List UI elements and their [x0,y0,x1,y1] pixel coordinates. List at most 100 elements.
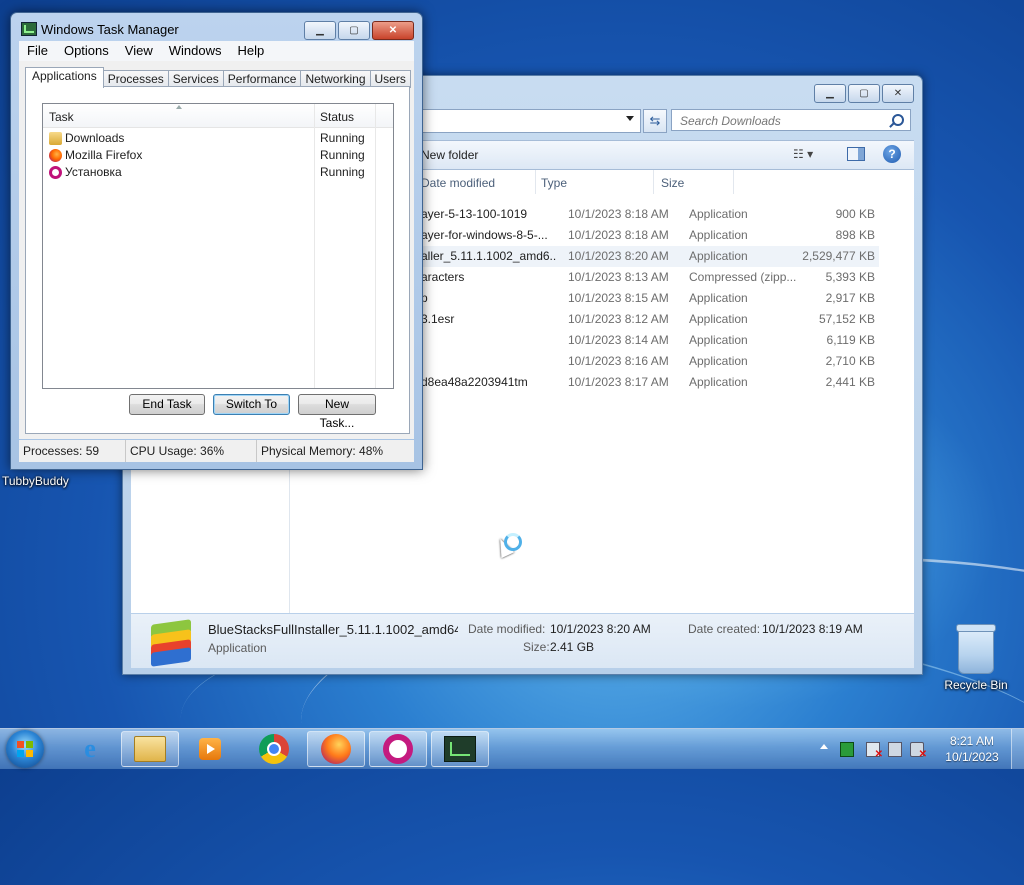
task-manager-client: Applications Processes Services Performa… [19,61,414,439]
task-manager-caption-buttons: ▁ ▢ ✕ [304,21,414,40]
taskbar: e 8:21 AM 10/1/2023 [0,728,1024,769]
file-type: Compressed (zipp... [689,270,797,284]
menu-file[interactable]: File [19,41,56,61]
applications-panel: Task Status Downloads Running Mozilla Fi… [25,86,410,434]
file-date: 10/1/2023 8:18 AM [568,228,669,242]
close-button[interactable]: ✕ [372,21,414,40]
task-manager-window[interactable]: Windows Task Manager ▁ ▢ ✕ File Options … [10,12,423,470]
file-name: aracters [421,270,465,284]
firefox-icon [49,149,62,162]
clock-time: 8:21 AM [949,734,995,748]
file-size: 900 KB [835,207,875,221]
menu-windows[interactable]: Windows [161,41,230,61]
task-manager-icon [444,736,476,762]
file-type: Application [689,375,748,389]
end-task-button[interactable]: End Task [129,394,205,415]
sort-ascending-icon [176,105,182,109]
address-bar[interactable] [419,109,641,133]
file-date: 10/1/2023 8:13 AM [568,270,669,284]
volume-muted-icon[interactable] [910,742,927,760]
search-placeholder: Search Downloads [680,114,781,128]
taskbar-media-player[interactable] [181,731,239,767]
file-date: 10/1/2023 8:18 AM [568,207,669,221]
window-title: Windows Task Manager [41,22,179,37]
maximize-button[interactable]: ▢ [338,21,370,40]
file-type: Application [689,207,748,221]
new-folder-button[interactable]: New folder [421,148,478,162]
show-desktop-button[interactable] [1011,729,1024,769]
column-type[interactable]: Type [541,176,567,190]
search-input[interactable]: Search Downloads [671,109,911,131]
address-dropdown-icon[interactable] [626,116,634,121]
action-center-icon[interactable] [866,742,883,760]
file-type: Application [689,354,748,368]
file-name: p [421,291,428,305]
refresh-button[interactable]: ⇆ [643,109,667,133]
status-processes: Processes: 59 [19,440,126,462]
start-button[interactable] [6,730,44,768]
show-hidden-icons-icon[interactable] [820,744,828,749]
status-bar: Processes: 59 CPU Usage: 36% Physical Me… [19,440,414,462]
file-date: 10/1/2023 8:16 AM [568,354,669,368]
task-name: Mozilla Firefox [65,148,143,162]
chrome-icon [259,734,289,764]
desktop-icon-label: TubbyBuddy [2,474,69,488]
close-button[interactable]: ✕ [882,84,914,103]
change-view-button[interactable]: ☷ ▾ [793,147,813,161]
menu-options[interactable]: Options [56,41,117,61]
taskbar-task-manager[interactable] [431,731,489,767]
column-status[interactable]: Status [320,110,354,124]
task-row[interactable]: Установка Running [43,164,393,181]
file-date: 10/1/2023 8:20 AM [568,249,669,263]
search-icon[interactable] [892,114,904,126]
column-headers: Date modified Type Size [413,170,881,194]
file-size: 6,119 KB [826,333,875,347]
firefox-icon [321,734,351,764]
task-status: Running [320,148,365,162]
taskbar-firefox[interactable] [307,731,365,767]
minimize-button[interactable]: ▁ [814,84,846,103]
taskbar-opera[interactable] [369,731,427,767]
media-player-icon [199,738,221,760]
help-icon[interactable]: ? [883,145,901,163]
tab-strip: Applications Processes Services Performa… [25,67,411,88]
maximize-button[interactable]: ▢ [848,84,880,103]
details-date-created: 10/1/2023 8:19 AM [762,622,863,636]
menu-help[interactable]: Help [229,41,272,61]
clock-date: 10/1/2023 [945,750,999,764]
windows-logo-icon [17,741,33,757]
preview-pane-icon[interactable] [847,147,865,161]
tab-applications[interactable]: Applications [25,67,104,88]
task-row[interactable]: Downloads Running [43,130,393,147]
details-size: 2.41 GB [550,640,595,654]
recycle-bin-icon [956,624,996,674]
task-status: Running [320,131,365,145]
file-type: Application [689,312,748,326]
task-status: Running [320,165,365,179]
clock[interactable]: 8:21 AM 10/1/2023 [942,733,1002,765]
details-date-modified: 10/1/2023 8:20 AM [550,622,651,636]
file-name: ayer-5-13-100-1019 [421,207,528,221]
minimize-button[interactable]: ▁ [304,21,336,40]
file-size: 57,152 KB [818,312,875,326]
network-icon[interactable] [888,742,902,757]
taskbar-internet-explorer[interactable]: e [61,731,119,767]
task-row[interactable]: Mozilla Firefox Running [43,147,393,164]
column-size[interactable]: Size [661,176,684,190]
taskbar-chrome[interactable] [245,731,303,767]
taskbar-windows-explorer[interactable] [121,731,179,767]
file-size: 5,393 KB [825,270,875,284]
new-task-button[interactable]: New Task... [298,394,376,430]
column-date-modified[interactable]: Date modified [421,176,495,190]
file-type: Application [689,228,748,242]
file-name: d8ea48a2203941tm [421,375,528,389]
notification-area: 8:21 AM 10/1/2023 [814,729,1024,769]
battery-icon[interactable] [840,742,854,757]
switch-to-button[interactable]: Switch To [213,394,290,415]
file-name: ayer-for-windows-8-5-... [421,228,548,242]
desktop-icon-recycle-bin[interactable]: Recycle Bin [942,624,1010,692]
menu-view[interactable]: View [117,41,161,61]
column-task[interactable]: Task [49,110,74,124]
desktop-icon-tubbybuddy[interactable]: TubbyBuddy [2,474,82,488]
task-list[interactable]: Task Status Downloads Running Mozilla Fi… [42,103,394,389]
